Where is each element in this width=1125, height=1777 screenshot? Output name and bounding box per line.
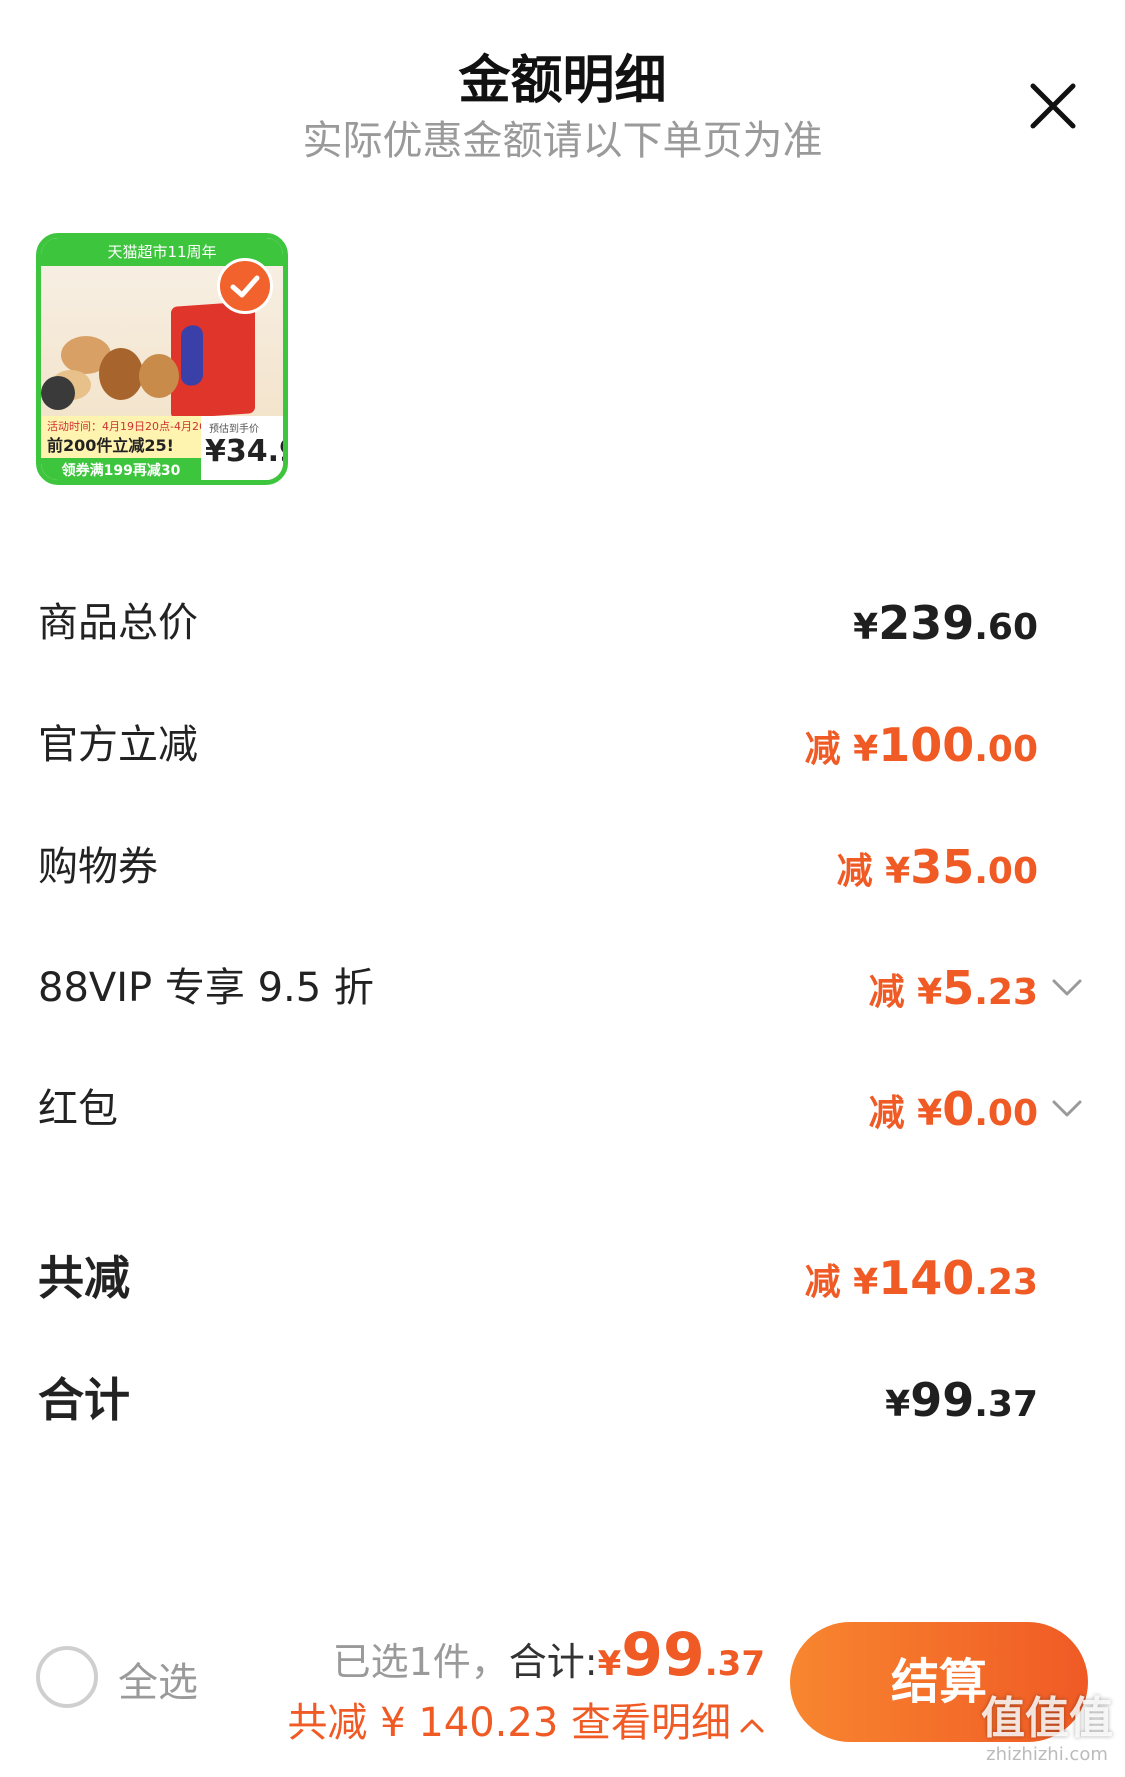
view-detail-link[interactable]: 共减 ¥ 140.23 查看明细 [287,1690,765,1748]
bottom-total-label: 合计: [508,1640,598,1684]
detail-row: 商品总价 ¥239.60 [38,583,1088,663]
selected-count: 已选1件， [332,1640,509,1684]
detail-row[interactable]: 红包 减 ¥0.00 [38,1069,1088,1149]
detail-row-label: 88VIP 专享 9.5 折 [38,965,374,1011]
chevron-down-icon[interactable] [1050,1093,1084,1123]
summary-discount-row: 共减 减 ¥140.23 [38,1238,1088,1318]
bottom-total-int: 99 [621,1620,705,1690]
mascot-icon [41,376,75,410]
detail-row-value: ¥239.60 [853,596,1038,650]
detail-row-value: 减 ¥100.00 [804,718,1038,772]
detail-row[interactable]: 88VIP 专享 9.5 折 减 ¥5.23 [38,948,1088,1028]
thumb-price-box: 预估到手价 ¥34.9 [201,416,283,480]
sheet-title: 金额明细 [458,51,667,111]
detail-row-value: 减 ¥35.00 [836,840,1038,894]
promo-main: 前200件立减25! [47,436,174,455]
product-box-graphic [171,301,255,419]
summary-discount-label: 共减 [38,1251,130,1305]
detail-row-label: 官方立减 [38,722,198,768]
sheet-subtitle: 实际优惠金额请以下单页为准 [302,118,823,164]
detail-row-label: 购物券 [38,844,158,890]
price-caption: 预估到手价 [209,424,259,435]
detail-row-value: 减 ¥5.23 [868,961,1038,1015]
thumb-price: ¥34.9 [205,434,283,469]
summary-total-value: ¥99.37 [885,1373,1038,1427]
thumb-promo: 活动时间：4月19日20点-4月26日 前200件立减25! 领券满199再减3… [41,416,283,480]
chevron-up-icon [739,1700,765,1746]
promo-coupon: 领券满199再减30 [41,458,201,480]
watermark: 值值值 zhizhizhi.com [981,1693,1113,1766]
chevron-down-icon[interactable] [1050,972,1084,1002]
summary-total-row: 合计 ¥99.37 [38,1360,1088,1440]
summary-total-label: 合计 [38,1373,130,1427]
select-all-label[interactable]: 全选 [118,1650,198,1708]
product-thumbnail[interactable]: 天猫超市11周年 活动时间：4月19日20点-4月26日 前200件立减25! … [36,233,288,485]
selected-check-icon[interactable] [217,258,273,314]
close-button[interactable] [1025,78,1081,134]
select-all-radio[interactable] [36,1646,98,1708]
summary-discount-value: 减 ¥140.23 [804,1251,1038,1305]
detail-row-value: 减 ¥0.00 [868,1082,1038,1136]
close-icon [1030,83,1076,129]
amount-detail-sheet: 金额明细 实际优惠金额请以下单页为准 天猫超市11周年 活动时间：4月19日20… [0,0,1125,1777]
detail-row: 购物券 减 ¥35.00 [38,827,1088,907]
bottom-total-line: 已选1件，合计:¥99.37 [332,1620,765,1690]
detail-row: 官方立减 减 ¥100.00 [38,705,1088,785]
detail-row-label: 商品总价 [38,600,198,646]
bottom-total-dec: .37 [704,1644,765,1684]
detail-row-label: 红包 [38,1086,118,1132]
